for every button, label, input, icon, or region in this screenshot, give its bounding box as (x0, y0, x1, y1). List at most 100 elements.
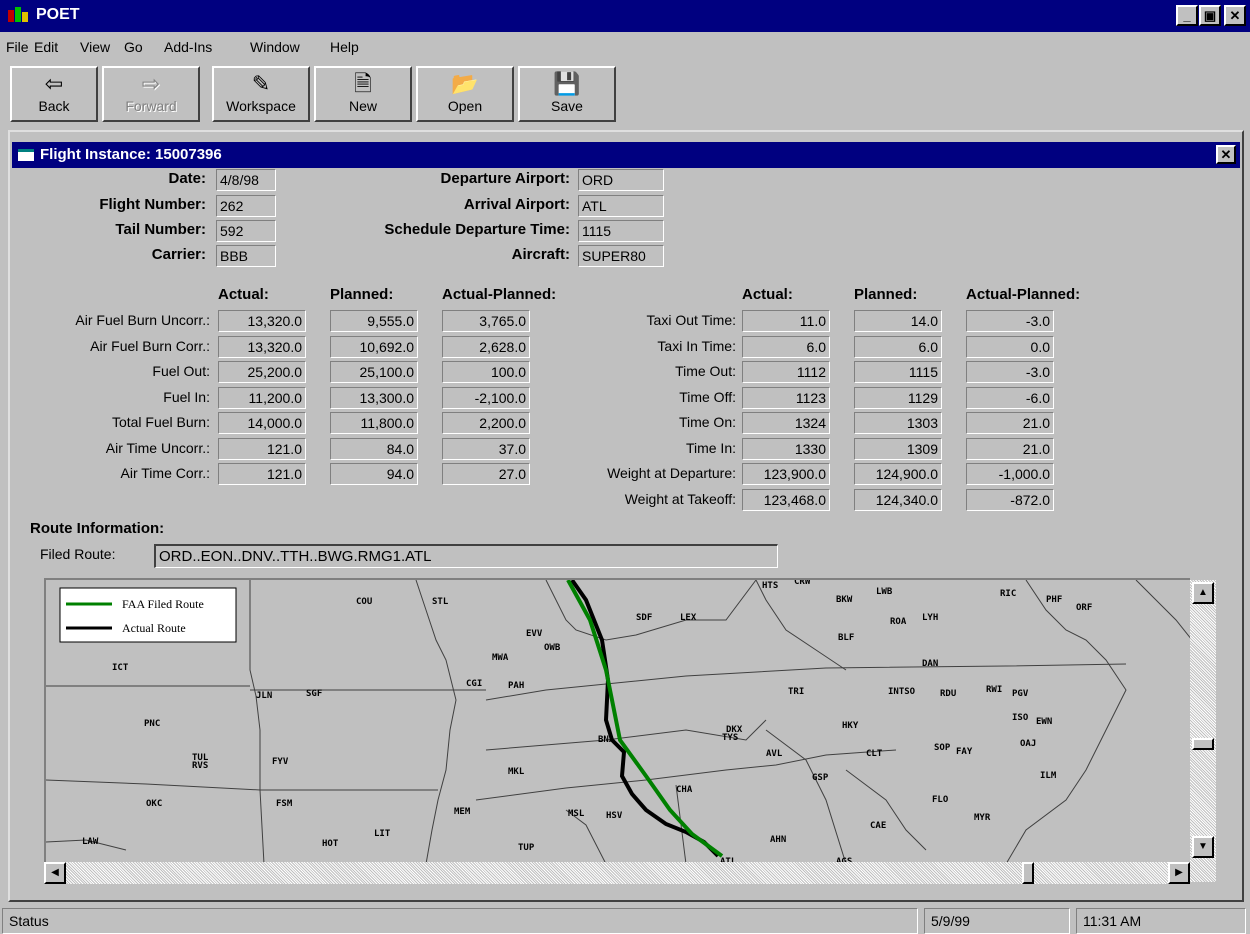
city-label: MEM (454, 807, 471, 817)
fuel-actual-field[interactable]: 14,000.0 (218, 412, 306, 434)
tail-number-label: Tail Number: (115, 221, 206, 238)
scroll-right-button[interactable]: ▶ (1168, 862, 1190, 884)
city-label: LWB (876, 587, 893, 597)
fuel-actual-field[interactable]: 121.0 (218, 437, 306, 460)
time-actual-field[interactable]: 6.0 (742, 335, 830, 358)
time-planned-field[interactable]: 1303 (854, 412, 942, 434)
map-vertical-scrollbar[interactable]: ▲ ▼ (1190, 580, 1216, 882)
back-button[interactable]: ⇦ Back (10, 66, 98, 122)
menu-window[interactable]: Window (250, 39, 300, 55)
app-title-bar[interactable]: POET _ ▣ ✕ (0, 0, 1250, 32)
city-label: OWB (544, 643, 561, 653)
time-planned-field[interactable]: 1129 (854, 386, 942, 409)
fuel-planned-field[interactable]: 9,555.0 (330, 310, 418, 332)
flight-number-field[interactable]: 262 (216, 195, 276, 217)
time-diff-field[interactable]: -3.0 (966, 361, 1054, 383)
toolbar: ⇦ Back ⇨ Forward ✎ Workspace 🗎 New 📂 Ope… (6, 62, 1246, 124)
open-button[interactable]: 📂 Open (416, 66, 514, 122)
time-diff-field[interactable]: -872.0 (966, 488, 1054, 511)
window-icon (18, 149, 34, 161)
maximize-button[interactable]: ▣ (1199, 5, 1221, 26)
close-button[interactable]: ✕ (1224, 5, 1246, 26)
tail-number-field[interactable]: 592 (216, 220, 276, 242)
menu-view[interactable]: View (80, 39, 110, 55)
time-diff-field[interactable]: 21.0 (966, 437, 1054, 460)
new-button[interactable]: 🗎 New (314, 66, 412, 122)
time-planned-field[interactable]: 6.0 (854, 335, 942, 358)
fuel-diff-field[interactable]: 100.0 (442, 361, 530, 383)
city-label: FLO (932, 795, 949, 805)
time-actual-field[interactable]: 123,900.0 (742, 463, 830, 485)
time-planned-field[interactable]: 1115 (854, 361, 942, 383)
workspace-icon: ✎ (251, 71, 271, 96)
fuel-actual-field[interactable]: 13,320.0 (218, 335, 306, 358)
time-actual-field[interactable]: 1324 (742, 412, 830, 434)
fuel-actual-field[interactable]: 121.0 (218, 463, 306, 485)
map-horizontal-scrollbar[interactable]: ◀ ▶ (44, 862, 1190, 884)
time-diff-field[interactable]: -3.0 (966, 310, 1054, 332)
fuel-diff-field[interactable]: 2,200.0 (442, 412, 530, 434)
poet-app-icon (8, 7, 28, 22)
vertical-scroll-thumb[interactable] (1192, 738, 1214, 750)
fuel-planned-field[interactable]: 11,800.0 (330, 412, 418, 434)
fuel-diff-field[interactable]: 2,628.0 (442, 335, 530, 358)
menu-add-ins[interactable]: Add-Ins (164, 39, 212, 55)
departure-airport-field[interactable]: ORD (578, 169, 664, 191)
fuel-actual-field[interactable]: 11,200.0 (218, 386, 306, 409)
menu-help[interactable]: Help (330, 39, 359, 55)
fuel-diff-field[interactable]: 27.0 (442, 463, 530, 485)
menu-go[interactable]: Go (124, 39, 143, 55)
back-arrow-icon: ⇦ (44, 71, 64, 96)
forward-button[interactable]: ⇨ Forward (102, 66, 200, 122)
fuel-diff-field[interactable]: -2,100.0 (442, 386, 530, 409)
save-button[interactable]: 💾 Save (518, 66, 616, 122)
horizontal-scroll-thumb[interactable] (1022, 862, 1034, 884)
time-diff-field[interactable]: 0.0 (966, 335, 1054, 358)
minimize-button[interactable]: _ (1176, 5, 1198, 26)
fuel-planned-field[interactable]: 84.0 (330, 437, 418, 460)
time-row-label: Weight at Departure: (607, 465, 736, 481)
time-actual-field[interactable]: 1330 (742, 437, 830, 460)
menu-file[interactable]: File (6, 39, 29, 55)
city-label: HSV (606, 811, 623, 821)
filed-route-field[interactable]: ORD..EON..DNV..TTH..BWG.RMG1.ATL (154, 544, 778, 568)
fuel-diff-field[interactable]: 3,765.0 (442, 310, 530, 332)
fuel-planned-field[interactable]: 10,692.0 (330, 335, 418, 358)
time-diff-field[interactable]: 21.0 (966, 412, 1054, 434)
time-planned-field[interactable]: 14.0 (854, 310, 942, 332)
time-planned-field[interactable]: 124,900.0 (854, 463, 942, 485)
fuel-planned-field[interactable]: 13,300.0 (330, 386, 418, 409)
city-label: TUP (518, 843, 535, 853)
time-planned-field[interactable]: 1309 (854, 437, 942, 460)
time-planned-field[interactable]: 124,340.0 (854, 488, 942, 511)
city-label: STL (432, 597, 449, 607)
route-map[interactable]: MKCCOUSTLHTSCRWRICLWBBKWPHFORFSDFLEXROAL… (44, 578, 1190, 862)
scroll-left-button[interactable]: ◀ (44, 862, 66, 884)
schedule-departure-field[interactable]: 1115 (578, 220, 664, 242)
city-label: CAE (870, 821, 886, 831)
fuel-diff-field[interactable]: 37.0 (442, 437, 530, 460)
scroll-up-button[interactable]: ▲ (1192, 582, 1214, 604)
time-actual-field[interactable]: 11.0 (742, 310, 830, 332)
aircraft-field[interactable]: SUPER80 (578, 245, 664, 267)
fuel-actual-field[interactable]: 25,200.0 (218, 361, 306, 383)
menu-edit[interactable]: Edit (34, 39, 58, 55)
time-actual-field[interactable]: 1123 (742, 386, 830, 409)
workspace-button[interactable]: ✎ Workspace (212, 66, 310, 122)
arrival-airport-field[interactable]: ATL (578, 195, 664, 217)
carrier-field[interactable]: BBB (216, 245, 276, 267)
time-diff-field[interactable]: -1,000.0 (966, 463, 1054, 485)
time-actual-field[interactable]: 123,468.0 (742, 488, 830, 511)
time-actual-field[interactable]: 1112 (742, 361, 830, 383)
fuel-planned-field[interactable]: 94.0 (330, 463, 418, 485)
time-diff-field[interactable]: -6.0 (966, 386, 1054, 409)
date-field[interactable]: 4/8/98 (216, 169, 276, 191)
child-close-button[interactable]: ✕ (1216, 145, 1236, 164)
child-title-bar[interactable]: Flight Instance: 15007396 ✕ (12, 142, 1240, 168)
fuel-row-label: Air Fuel Burn Corr.: (90, 337, 210, 354)
fuel-actual-field[interactable]: 13,320.0 (218, 310, 306, 332)
scroll-down-button[interactable]: ▼ (1192, 836, 1214, 858)
filed-route-label: Filed Route: (40, 546, 116, 562)
city-label: LAW (82, 837, 99, 847)
fuel-planned-field[interactable]: 25,100.0 (330, 361, 418, 383)
